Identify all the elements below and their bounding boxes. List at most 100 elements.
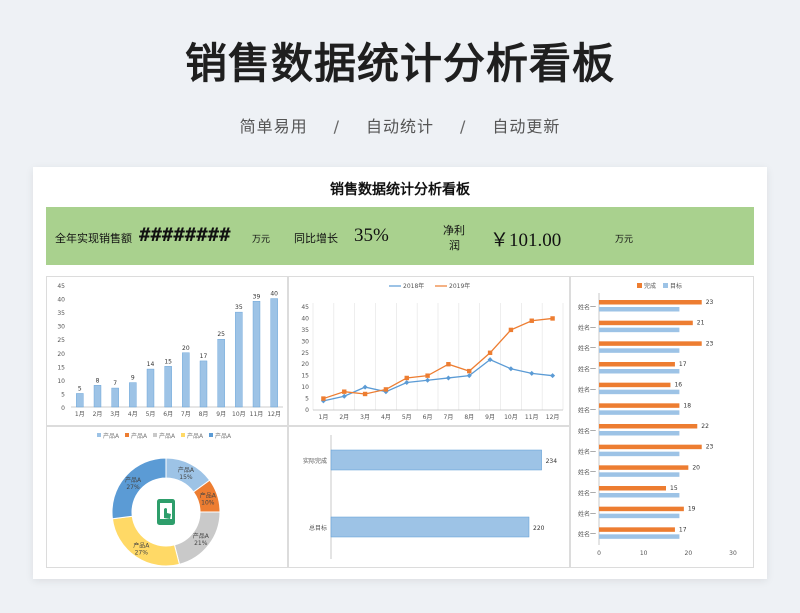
legend-swatch [181, 433, 185, 437]
bar-actual [599, 403, 680, 408]
slice-label: 产品A [178, 466, 195, 474]
legend-label: 2018年 [403, 282, 424, 290]
y-tick-label: 20 [301, 361, 309, 368]
x-tick-label: 1月 [75, 411, 85, 418]
x-tick-label: 4月 [128, 411, 138, 418]
point [508, 366, 514, 372]
subtitle-item-easy: 简单易用 [239, 117, 308, 136]
x-tick-label: 1月 [319, 414, 329, 421]
y-tick-label: 姓名一 [578, 386, 596, 394]
legend-swatch [209, 433, 213, 437]
legend-label: 完成 [644, 282, 656, 290]
legend-label: 产品A [187, 432, 204, 440]
yearly-line-panel: 2018年 2019年 0 5 10 15 20 25 30 35 40 45 1月 2月 3月 4月 5月 6月… [288, 276, 570, 426]
data-label: 17 [200, 353, 208, 360]
hero-subtitle: 简单易用 / 自动统计 / 自动更新 [0, 113, 800, 137]
subtitle-separator: / [333, 117, 340, 136]
data-label: 20 [692, 464, 700, 471]
bar [235, 311, 243, 408]
data-label: 23 [706, 340, 714, 347]
bar [182, 352, 190, 408]
data-label: 20 [182, 345, 190, 352]
legend-label: 2019年 [449, 282, 470, 290]
data-label: 40 [270, 291, 278, 298]
sheet-title: 销售数据统计分析看板 [330, 182, 470, 198]
point [529, 370, 535, 376]
x-tick-label: 3月 [110, 411, 120, 418]
x-tick-label: 5月 [402, 414, 412, 421]
data-label: 9 [131, 375, 135, 382]
x-tick-label: 3月 [360, 414, 370, 421]
growth-label: 同比增长 [294, 232, 338, 245]
x-tick-label: 9月 [216, 411, 226, 418]
bar [111, 387, 119, 408]
y-tick-label: 姓名一 [578, 303, 596, 311]
bar-target [599, 451, 680, 457]
point [550, 373, 556, 379]
slice-percent: 27% [126, 484, 140, 491]
legend-label: 产品A [131, 432, 148, 440]
bar-target [599, 513, 680, 519]
bar [76, 393, 84, 408]
y-tick-label: 姓名一 [578, 427, 596, 435]
y-tick-label: 姓名一 [578, 469, 596, 477]
data-label: 35 [235, 304, 243, 311]
y-tick-label: 25 [301, 350, 309, 357]
legend-swatch [153, 433, 157, 437]
data-label: 15 [164, 358, 172, 365]
product-donut-chart: 产品A 产品A 产品A 产品A 产品A产品A15%产品A10%产品A21%产品A27%产… [97, 432, 232, 567]
slice-percent: 27% [135, 549, 149, 556]
bar [93, 385, 102, 408]
data-label: 19 [688, 506, 696, 513]
data-label: 18 [683, 402, 691, 409]
monthly-bar-chart: 0 5 10 15 20 25 30 35 40 45 5 1月 8 2月 7 3月 9 4月 14 5月 15 6月 20… [57, 283, 283, 418]
y-tick-label: 姓名一 [578, 448, 596, 456]
y-tick-label: 40 [57, 297, 65, 304]
target-bar-panel: 实际完成 234 总目标 220 [288, 426, 570, 568]
bar-actual [599, 424, 698, 429]
y-tick-label: 5 [61, 391, 65, 398]
bar-actual [599, 444, 702, 450]
legend-label: 产品A [103, 432, 120, 440]
slice-label: 产品A [133, 541, 150, 549]
x-tick-label: 20 [685, 550, 693, 557]
hero-title: 销售数据统计分析看板 [184, 39, 615, 88]
y-tick-label: 姓名一 [578, 489, 596, 497]
legend-label: 目标 [670, 282, 682, 290]
bar [252, 301, 261, 408]
target-bar-chart: 实际完成 234 总目标 220 [303, 435, 557, 559]
data-label: 23 [706, 299, 714, 306]
bar-actual [599, 527, 675, 532]
data-label: 17 [679, 526, 687, 533]
legend-swatch [663, 283, 668, 288]
legend-swatch [125, 433, 129, 437]
sales-label: 全年实现销售额 [55, 232, 132, 245]
bar-target [599, 369, 680, 374]
bar-target [599, 389, 680, 395]
y-tick-label: 15 [57, 364, 65, 371]
product-donut-panel: 产品A 产品A 产品A 产品A 产品A 产品A 15% 产品A 10% 产品A 21% 产品A 27% 产… [46, 426, 288, 568]
x-tick-label: 11月 [525, 414, 539, 421]
staff-bar-panel: 完成 目标 0 10 20 30 姓名一 23 姓名一 21 姓名一 23 姓名一 17 姓名一 16 姓名一 1… [570, 276, 754, 568]
x-tick-label: 2月 [93, 411, 103, 418]
profit-value: ￥101.00 [490, 230, 562, 251]
slice-label: 产品A [200, 491, 217, 499]
bar-actual [599, 486, 666, 491]
slice-percent: 15% [179, 474, 193, 481]
point [529, 318, 534, 323]
x-tick-label: 11月 [250, 411, 264, 418]
dashboard-sheet: 销售数据统计分析看板 全年实现销售额 ######## 万元 同比增长 35% … [33, 167, 767, 579]
point [362, 391, 368, 397]
point [321, 396, 326, 401]
y-tick-label: 总目标 [309, 524, 327, 532]
bar [217, 339, 225, 408]
x-tick-label: 4月 [381, 414, 391, 421]
bar [330, 516, 530, 538]
data-label: 17 [679, 361, 687, 368]
bar-actual [599, 506, 684, 512]
bar [270, 298, 278, 408]
profit-label-line1: 净利 [443, 224, 465, 237]
data-label: 23 [706, 444, 714, 451]
slice-label: 产品A [125, 476, 142, 484]
point [446, 362, 451, 367]
